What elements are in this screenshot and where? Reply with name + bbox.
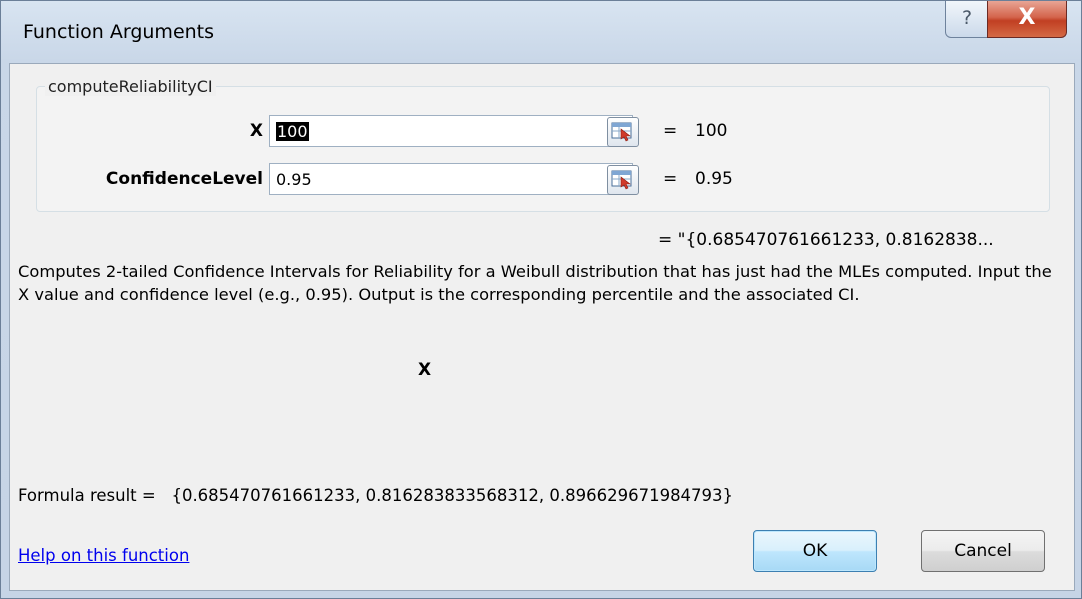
arg-x-label: X <box>249 121 263 141</box>
range-selector-icon <box>611 170 632 190</box>
window-title: Function Arguments <box>23 21 215 43</box>
help-button[interactable]: ? <box>945 1 989 38</box>
function-description: Computes 2-tailed Confidence Intervals f… <box>18 262 1052 304</box>
title-bar[interactable]: Function Arguments ? X <box>1 1 1081 63</box>
arg-confidence-label: ConfidenceLevel <box>105 169 263 189</box>
arg-confidence-equals: = <box>663 169 678 189</box>
formula-result: Formula result = {0.685470761661233, 0.8… <box>18 486 734 505</box>
help-icon: ? <box>961 7 973 29</box>
close-icon: X <box>1018 5 1036 30</box>
arguments-group: computeReliabilityCI X 100 = 100 Confide… <box>36 77 1050 212</box>
arg-x-value: 100 <box>276 122 309 141</box>
help-on-function-link[interactable]: Help on this function <box>18 546 189 565</box>
close-button[interactable]: X <box>987 1 1067 38</box>
arg-confidence-evaluated: 0.95 <box>695 169 733 189</box>
range-selector-icon <box>611 122 632 142</box>
arg-x-evaluated: 100 <box>695 121 728 141</box>
arg-x-input[interactable]: 100 <box>269 115 633 147</box>
arg-x-equals: = <box>663 121 678 141</box>
current-argument-name: X <box>418 360 432 380</box>
result-preview: = "{0.685470761661233, 0.8162838... <box>658 230 994 250</box>
dialog-body: computeReliabilityCI X 100 = 100 Confide… <box>9 63 1075 591</box>
cancel-button[interactable]: Cancel <box>921 530 1045 572</box>
function-name: computeReliabilityCI <box>45 77 216 96</box>
arg-confidence-input[interactable] <box>269 163 633 195</box>
ok-button[interactable]: OK <box>753 530 877 572</box>
arg-x-range-button[interactable] <box>607 117 639 147</box>
dialog-window: Function Arguments ? X computeReliabilit… <box>0 0 1082 599</box>
arg-confidence-range-button[interactable] <box>607 165 639 195</box>
